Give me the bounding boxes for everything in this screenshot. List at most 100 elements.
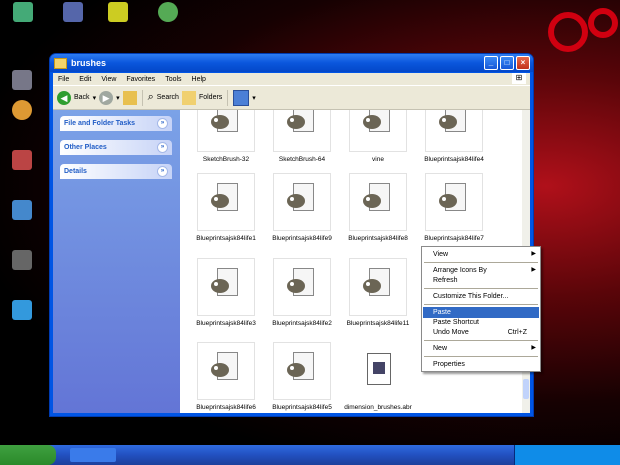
menu-label: New [433,345,448,352]
menu-edit[interactable]: Edit [74,76,96,83]
desktop-icon[interactable] [4,250,40,272]
menu-item-customize-folder[interactable]: Customize This Folder... [423,291,539,302]
chevron-down-icon[interactable]: ▾ [252,94,256,102]
file-name: Blueprintsajsk84life8 [348,235,408,242]
file-name: Blueprintsajsk84life4 [424,156,484,163]
menu-separator [424,356,538,357]
menu-label: Properties [433,361,465,368]
search-icon: ⌕ [147,91,154,103]
views-button[interactable]: ▾ [233,89,256,106]
menu-item-new[interactable]: New ▶ [423,343,539,354]
gimp-brush-icon [425,173,483,231]
forward-button[interactable]: ▶ ▾ [99,90,120,105]
desktop-icon[interactable] [55,2,91,24]
file-item[interactable]: vine [340,110,416,163]
desktop-icon[interactable] [4,300,40,322]
file-name: Blueprintsajsk84life9 [272,235,332,242]
scrollbar-thumb[interactable] [523,379,529,399]
search-button[interactable]: ⌕ Search [148,91,179,104]
menu-tools[interactable]: Tools [160,76,186,83]
gimp-brush-icon [349,173,407,231]
menu-item-view[interactable]: View ▶ [423,249,539,260]
system-tray [514,445,620,465]
file-item[interactable]: Blueprintsajsk84life8 [340,173,416,242]
file-item[interactable]: SketchBrush-32 [188,110,264,163]
gimp-brush-icon [197,258,255,316]
folders-label: Folders [198,94,223,101]
menu-separator [424,262,538,263]
submenu-arrow-icon: ▶ [531,251,536,257]
title-bar[interactable]: brushes _ □ × [50,54,533,72]
menu-item-refresh[interactable]: Refresh [423,275,539,286]
maximize-button[interactable]: □ [500,56,514,70]
file-item[interactable]: Blueprintsajsk84life11 [340,258,416,327]
chevron-down-icon[interactable]: » [157,166,168,177]
views-icon [233,89,250,106]
taskbar [0,445,620,465]
toolbar-separator [141,89,143,106]
desktop-icon[interactable] [4,200,40,222]
menu-item-undo-move[interactable]: Undo Move Ctrl+Z [423,327,539,338]
file-name: Blueprintsajsk84life3 [196,320,256,327]
file-item[interactable]: Blueprintsajsk84life2 [264,258,340,327]
gimp-brush-icon [197,173,255,231]
windows-logo-icon: ⊞ [512,73,526,84]
taskbar-button[interactable] [70,448,116,462]
desktop-icon[interactable] [4,150,40,172]
close-button[interactable]: × [516,56,530,70]
menu-view[interactable]: View [96,76,121,83]
desktop-icon[interactable] [100,2,136,24]
menu-label: View [433,251,449,258]
chevron-down-icon[interactable]: » [157,142,168,153]
folders-button[interactable]: Folders [181,90,223,105]
file-item[interactable]: Blueprintsajsk84life1 [188,173,264,242]
menu-separator [424,288,538,289]
chevron-down-icon[interactable]: ▾ [93,94,97,102]
menu-file[interactable]: File [53,76,74,83]
back-button[interactable]: ◀ Back ▾ [57,90,97,105]
file-name: vine [372,156,384,163]
desktop-icon[interactable] [5,2,41,24]
menu-label: Arrange Icons By [433,267,487,274]
file-item[interactable]: Blueprintsajsk84life4 [416,110,492,163]
file-name: SketchBrush-32 [202,156,250,163]
panel-file-and-folder-tasks[interactable]: File and Folder Tasks » [60,116,172,131]
panel-details[interactable]: Details » [60,164,172,179]
start-button[interactable] [0,445,56,465]
gimp-brush-icon [349,110,407,152]
gimp-brush-icon [273,258,331,316]
wallpaper-ring [588,8,618,38]
menu-bar: File Edit View Favorites Tools Help ⊞ [53,73,530,86]
gimp-brush-icon [349,258,407,316]
file-item[interactable]: Blueprintsajsk84life6 [188,342,264,411]
file-item[interactable]: SketchBrush-64 [264,110,340,163]
file-item[interactable]: dimension_brushes.abr [340,342,416,411]
file-name: Blueprintsajsk84life7 [424,235,484,242]
menu-favorites[interactable]: Favorites [121,76,160,83]
menu-item-properties[interactable]: Properties [423,359,539,370]
minimize-button[interactable]: _ [484,56,498,70]
up-folder-icon[interactable] [122,90,137,105]
forward-arrow-icon: ▶ [99,90,114,105]
menu-separator [424,340,538,341]
desktop-icon[interactable] [4,70,40,92]
gimp-brush-icon [273,342,331,400]
file-item[interactable]: Blueprintsajsk84life9 [264,173,340,242]
back-arrow-icon: ◀ [57,90,71,105]
shortcut-label: Ctrl+Z [507,329,527,336]
file-item[interactable]: Blueprintsajsk84life5 [264,342,340,411]
menu-label: Undo Move [433,329,469,336]
desktop-icon[interactable] [150,2,186,24]
submenu-arrow-icon: ▶ [531,345,536,351]
file-item[interactable]: Blueprintsajsk84life3 [188,258,264,327]
folders-icon [181,90,196,105]
file-name: Blueprintsajsk84life2 [272,320,332,327]
menu-help[interactable]: Help [187,76,211,83]
desktop-icon[interactable] [4,100,40,122]
menu-label: Paste Shortcut [433,319,479,326]
panel-other-places[interactable]: Other Places » [60,140,172,155]
chevron-down-icon[interactable]: ▾ [116,94,120,102]
gimp-brush-icon [197,342,255,400]
chevron-down-icon[interactable]: » [157,118,168,129]
file-item[interactable]: Blueprintsajsk84life7 [416,173,492,242]
